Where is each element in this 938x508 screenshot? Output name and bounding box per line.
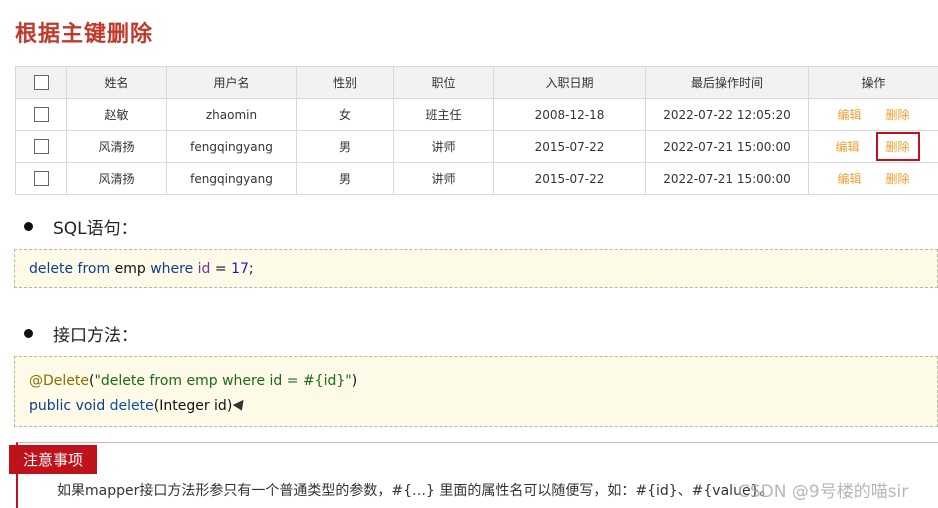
row-select-cell[interactable] xyxy=(15,130,67,163)
interface-section-heading: 接口方法： xyxy=(24,321,138,346)
sql-section-heading: SQL语句： xyxy=(24,214,138,239)
select-all-cell[interactable] xyxy=(15,66,67,99)
delete-link[interactable]: 删除 xyxy=(882,168,914,189)
cell-actions: 编辑 删除 xyxy=(808,130,938,163)
watermark: CSDN @9号楼的喵sir xyxy=(738,482,909,502)
column-header-position: 职位 xyxy=(393,66,494,99)
cell-position: 班主任 xyxy=(393,98,494,131)
code-line-signature: public void delete(Integer id) xyxy=(29,394,923,419)
sql-keyword-where: where xyxy=(150,261,194,277)
column-header-gender: 性别 xyxy=(296,66,394,99)
interface-heading-text: 接口方法： xyxy=(53,326,138,346)
cell-gender: 女 xyxy=(296,98,394,131)
bullet-icon xyxy=(24,222,33,231)
notice-text: 如果mapper接口方法形参只有一个普通类型的参数，#{…} 里面的属性名可以随… xyxy=(57,483,774,499)
table-header-row: 姓名 用户名 性别 职位 入职日期 最后操作时间 操作 xyxy=(15,66,938,99)
method-params: (Integer id) xyxy=(153,398,233,414)
sql-semicolon: ; xyxy=(248,261,254,277)
sql-heading-text: SQL语句： xyxy=(53,219,138,239)
column-header-name: 姓名 xyxy=(66,66,167,99)
interface-code-block: @Delete("delete from emp where id = #{id… xyxy=(14,356,938,427)
sql-code-block: delete from emp where id = 17; xyxy=(14,249,938,288)
table-row: 风清扬 fengqingyang 男 讲师 2015-07-22 2022-07… xyxy=(15,130,938,163)
select-all-checkbox[interactable] xyxy=(33,75,49,90)
annotation-delete: @Delete xyxy=(29,373,89,389)
method-modifiers: public void xyxy=(29,398,106,414)
notice-tag: 注意事项 xyxy=(9,445,98,474)
cell-username: fengqingyang xyxy=(166,130,297,163)
edit-link[interactable]: 编辑 xyxy=(831,136,863,157)
paren-close: ) xyxy=(351,373,358,389)
mouse-cursor-icon xyxy=(232,399,248,413)
cell-last-op: 2022-07-21 15:00:00 xyxy=(645,130,809,163)
sql-field-id: id xyxy=(197,261,211,277)
method-name: delete xyxy=(109,398,154,414)
row-select-cell[interactable] xyxy=(15,98,67,131)
column-header-actions: 操作 xyxy=(808,66,938,99)
cell-position: 讲师 xyxy=(393,162,494,195)
cell-entry-date: 2008-12-18 xyxy=(493,98,646,131)
table-row: 赵敏 zhaomin 女 班主任 2008-12-18 2022-07-22 1… xyxy=(15,98,938,131)
cell-name: 风清扬 xyxy=(66,130,167,163)
sql-keyword-delete-from: delete from xyxy=(29,261,111,277)
cell-gender: 男 xyxy=(296,162,394,195)
cell-name: 风清扬 xyxy=(66,162,167,195)
cell-entry-date: 2015-07-22 xyxy=(493,162,646,195)
cell-gender: 男 xyxy=(296,130,394,163)
edit-link[interactable]: 编辑 xyxy=(833,168,865,189)
row-checkbox[interactable] xyxy=(33,139,49,154)
cell-entry-date: 2015-07-22 xyxy=(493,130,646,163)
sql-operator: = xyxy=(214,261,227,277)
delete-link[interactable]: 删除 xyxy=(882,104,914,125)
sql-table-name: emp xyxy=(114,261,146,277)
cell-position: 讲师 xyxy=(393,130,494,163)
cell-actions: 编辑 删除 xyxy=(808,162,938,195)
table-row: 风清扬 fengqingyang 男 讲师 2015-07-22 2022-07… xyxy=(15,162,938,195)
row-select-cell[interactable] xyxy=(15,162,67,195)
cell-name: 赵敏 xyxy=(66,98,167,131)
cell-last-op: 2022-07-21 15:00:00 xyxy=(645,162,809,195)
edit-link[interactable]: 编辑 xyxy=(833,104,865,125)
column-header-last-op: 最后操作时间 xyxy=(645,66,809,99)
cell-username: fengqingyang xyxy=(166,162,297,195)
delete-link-highlighted[interactable]: 删除 xyxy=(875,132,920,161)
cell-username: zhaomin xyxy=(166,98,297,131)
column-header-entry-date: 入职日期 xyxy=(493,66,646,99)
bullet-icon xyxy=(24,329,33,338)
employee-table: 姓名 用户名 性别 职位 入职日期 最后操作时间 操作 赵敏 zhaomin 女… xyxy=(15,66,938,195)
page-title: 根据主键删除 xyxy=(15,22,154,47)
row-checkbox[interactable] xyxy=(33,107,49,122)
annotation-sql-string: "delete from emp where id = #{id}" xyxy=(94,373,352,389)
column-header-username: 用户名 xyxy=(166,66,297,99)
sql-value: 17 xyxy=(231,261,249,277)
row-checkbox[interactable] xyxy=(33,171,49,186)
cell-last-op: 2022-07-22 12:05:20 xyxy=(645,98,809,131)
cell-actions: 编辑 删除 xyxy=(808,98,938,131)
code-line-annotation: @Delete("delete from emp where id = #{id… xyxy=(29,369,923,394)
